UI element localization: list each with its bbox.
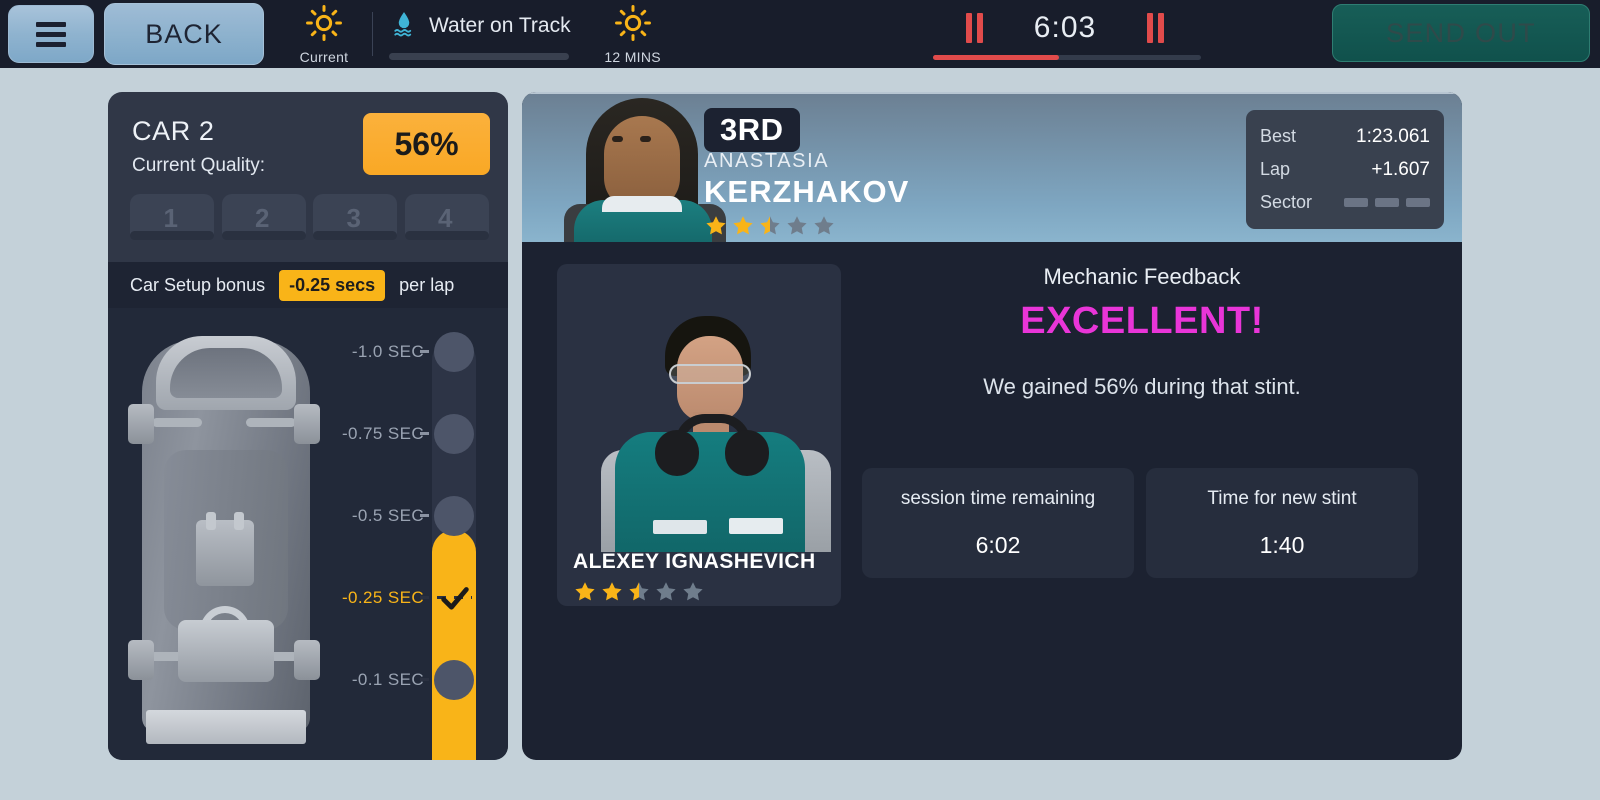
pause-icon-left[interactable] [966,13,983,43]
driver-last-name: KERZHAKOV [704,174,910,209]
star-icon [654,580,678,604]
divider [372,12,373,56]
feedback-description: We gained 56% during that stint. [983,374,1301,399]
timing-value: 1:23.061 [1356,125,1430,147]
quality-badge: 56% [363,113,490,175]
top-bar: BACK Current Water on Track 12 MINS 6:03… [0,0,1600,68]
send-out-button[interactable]: SEND OUT [1332,4,1590,62]
slider-tick-label: -0.75 SEC [341,424,424,443]
car-setup-area: -1.0 SEC -0.75 SEC -0.5 SEC -0.25 SEC -0… [108,308,508,760]
car-diagram [124,330,324,750]
session-progress-fill [933,55,1059,60]
driver-first-name: ANASTASIA [704,150,830,172]
timing-row-best: Best 1:23.061 [1260,120,1430,153]
feedback-verdict: EXCELLENT! [1020,300,1264,342]
menu-button[interactable] [8,5,94,63]
car-tab-label: 4 [438,202,453,233]
setup-slider[interactable]: -1.0 SEC -0.75 SEC -0.5 SEC -0.25 SEC -0… [334,322,496,760]
session-timer-value: 6:03 [1033,11,1097,44]
timing-label: Best [1260,126,1297,146]
stat-label: session time remaining [900,487,1096,509]
check-icon [438,581,472,615]
weather-forecast[interactable]: 12 MINS [597,4,669,65]
water-on-track: Water on Track [389,9,571,60]
star-icon [812,214,836,238]
slider-tick-5[interactable]: -0.1 SEC [334,660,496,700]
weather-group: Current Water on Track 12 MINS [288,4,669,65]
stint-result-body: ALEXEY IGNASHEVICH Mechanic Feedback EXC… [522,242,1462,760]
car-tab-4[interactable]: 4 [404,194,489,250]
driver-position-badge: 3RD [704,108,800,152]
timing-row-lap: Lap +1.607 [1260,153,1430,186]
sun-icon [614,4,652,47]
session-progress-track [933,55,1201,60]
hamburger-icon [36,21,66,47]
star-icon [573,580,597,604]
stint-result-panel: 3RD ANASTASIA KERZHAKOV Best 1:23.061 La… [522,92,1462,760]
slider-tick-label: -0.1 SEC [351,670,424,689]
car-setup-bonus-unit: per lap [399,274,455,295]
slider-tick-4-selected[interactable]: -0.25 SEC [334,578,496,618]
car-tab-2[interactable]: 2 [221,194,306,250]
car-setup-bonus-value: -0.25 secs [279,269,386,301]
star-icon [681,580,705,604]
stat-session-time-remaining: session time remaining 6:02 [862,468,1134,578]
car-tab-1[interactable]: 1 [130,194,214,250]
slider-fill [432,530,476,760]
car-setup-bonus-row: Car Setup bonus -0.25 secs per lap [108,262,508,308]
car-tab-label: 2 [255,202,270,233]
car-tab-3[interactable]: 3 [313,194,397,250]
timing-label: Lap [1260,159,1291,179]
game-screen: BACK Current Water on Track 12 MINS 6:03… [0,0,1600,800]
mechanic-card: ALEXEY IGNASHEVICH [557,264,841,606]
back-button[interactable]: BACK [104,3,264,65]
weather-forecast-label: 12 MINS [604,48,661,65]
weather-current[interactable]: Current [288,4,360,65]
car-tab-label: 1 [163,202,178,233]
stat-time-for-new-stint: Time for new stint 1:40 [1146,468,1418,578]
car-setup-panel: CAR 2 Current Quality: 56% 1 2 3 4 Car S… [108,92,508,760]
mechanic-name: ALEXEY IGNASHEVICH [573,550,816,573]
stat-value: 6:02 [975,531,1021,558]
slider-tick-3[interactable]: -0.5 SEC [334,496,496,536]
slider-tick-2[interactable]: -0.75 SEC [334,414,496,454]
sector-indicators [1344,198,1430,207]
pause-icon-right[interactable] [1147,13,1164,43]
timing-label: Sector [1260,192,1313,212]
car-tab-label: 3 [346,202,361,233]
mechanic-rating-stars [573,580,705,604]
star-icon [600,580,624,604]
star-icon [785,214,809,238]
feedback-title: Mechanic Feedback [1043,264,1241,289]
mechanic-portrait [557,264,841,552]
slider-tick-1[interactable]: -1.0 SEC [334,332,496,372]
driver-header: 3RD ANASTASIA KERZHAKOV Best 1:23.061 La… [522,92,1462,242]
weather-current-label: Current [299,48,349,65]
car-tabs: 1 2 3 4 [108,194,508,250]
timing-value: +1.607 [1371,158,1430,180]
star-icon [731,214,755,238]
car-panel-header: CAR 2 Current Quality: 56% [108,92,508,188]
star-icon [758,214,782,238]
water-drop-icon [389,9,419,44]
session-timer-group: 6:03 [915,0,1215,68]
slider-tick-label: -0.25 SEC [341,588,424,607]
stat-value: 1:40 [1259,531,1305,558]
slider-tick-label: -0.5 SEC [351,506,424,525]
slider-tick-label: -1.0 SEC [351,342,424,361]
star-icon [704,214,728,238]
timing-row-sector: Sector [1260,186,1430,219]
car-setup-bonus-label: Car Setup bonus [130,274,266,295]
sun-icon [305,4,343,47]
water-level-bar [389,52,569,60]
water-on-track-label: Water on Track [429,14,571,37]
timing-box: Best 1:23.061 Lap +1.607 Sector [1246,110,1444,229]
star-icon [627,580,651,604]
driver-rating-stars [704,214,836,238]
stat-label: Time for new stint [1207,487,1357,509]
